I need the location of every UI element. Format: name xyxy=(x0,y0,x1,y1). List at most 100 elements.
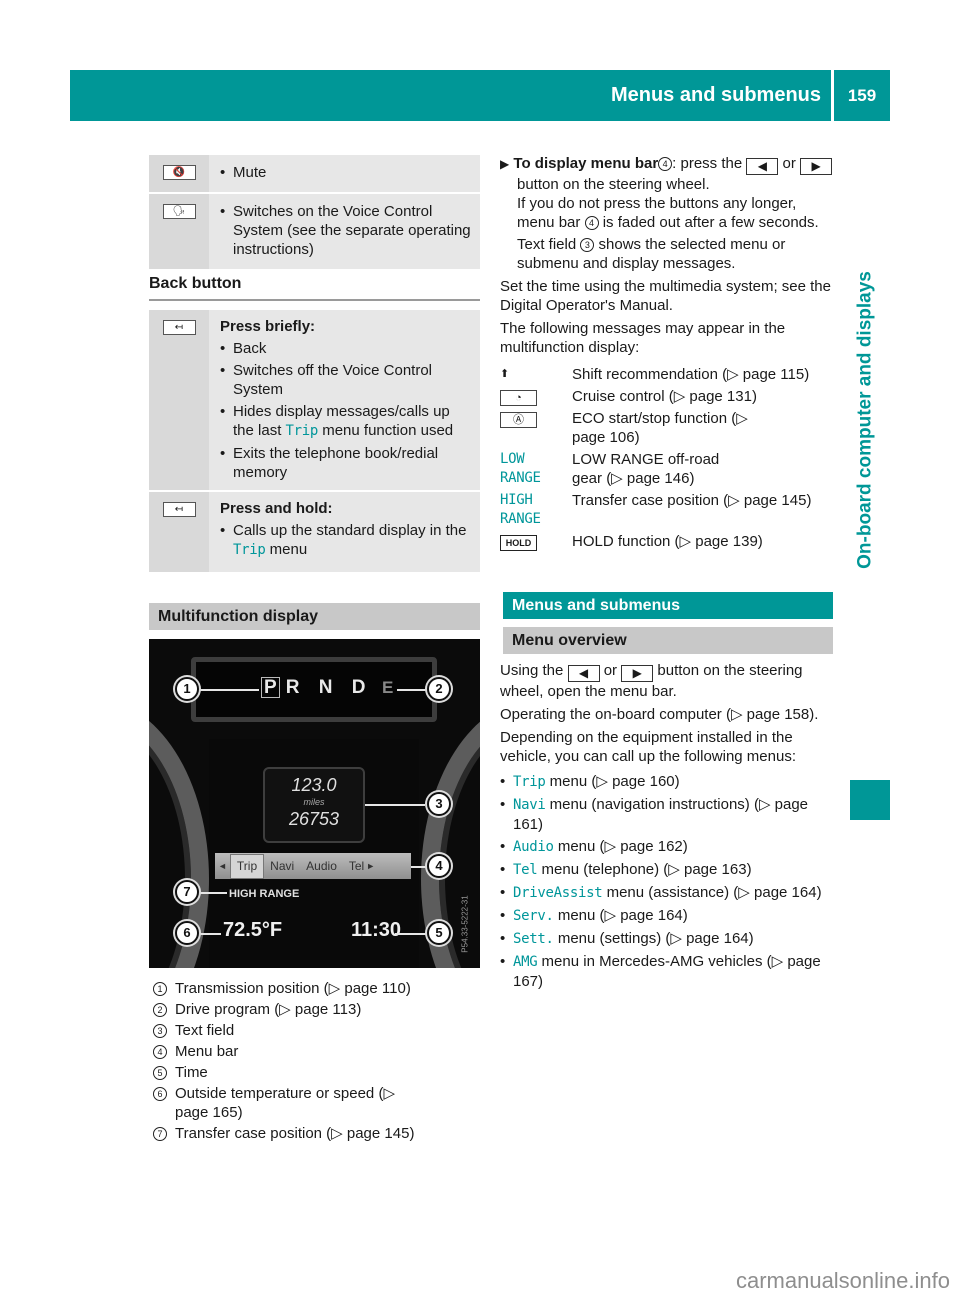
table-row: ↤ Press and hold: Calls up the standard … xyxy=(149,492,480,574)
table-row: ↤ Press briefly: Back Switches off the V… xyxy=(149,310,480,492)
menu-list-item: AMG menu in Mercedes-AMG vehicles (▷ pag… xyxy=(500,952,835,991)
legend-item: 2 Drive program (▷ page 113) xyxy=(153,1000,483,1019)
legend-item: 5 Time xyxy=(153,1063,483,1082)
bullet-item: Calls up the standard display in the Tri… xyxy=(220,521,474,560)
instruction-step: ▶ To display menu bar 4: press the ◀ or ▶… xyxy=(500,154,835,273)
left-arrow-button-icon: ◀ xyxy=(567,665,600,682)
bullet-item: Back xyxy=(220,339,474,358)
menu-next-icon: ► xyxy=(366,860,376,871)
selected-gear: P xyxy=(261,677,280,698)
time-paragraph: Set the time using the multimedia system… xyxy=(500,278,831,314)
left-arrow-button-icon: ◀ xyxy=(746,158,779,175)
message-item: HOLD HOLD function (▷ page 139) xyxy=(500,532,835,551)
callout-line xyxy=(397,689,427,691)
menu-list: Trip menu (▷ page 160) Navi menu (naviga… xyxy=(500,772,835,991)
watermark: carmanualsonline.info xyxy=(735,1268,950,1293)
menu-item-tel: Tel xyxy=(348,858,365,873)
menu-list-item: Audio menu (▷ page 162) xyxy=(500,837,835,857)
bullet-item: Exits the telephone book/redial memory xyxy=(220,444,474,482)
bullet-item: Switches on the Voice Control System (se… xyxy=(220,202,474,259)
back-button-heading: Back button xyxy=(149,274,480,301)
bullet-item: Mute xyxy=(220,163,474,182)
table-row: 🔇 Mute xyxy=(149,155,480,194)
hold-icon: HOLD xyxy=(500,535,537,551)
menu-item-audio: Audio xyxy=(306,858,337,873)
legend-item: 1 Transmission position (▷ page 110) xyxy=(153,979,483,998)
menu-item-navi: Navi xyxy=(270,858,295,873)
callout-line xyxy=(199,892,227,894)
multifunction-display-heading: Multifunction display xyxy=(149,603,480,630)
right-arrow-button-icon: ▶ xyxy=(621,665,654,682)
legend-item: 7 Transfer case position (▷ page 145) xyxy=(153,1124,483,1143)
message-item: ⬆ Shift recommendation (▷ page 115) xyxy=(500,366,810,383)
instrument-cluster-photo: PR N D E 123.0 miles 26753 ◄ Trip Navi A… xyxy=(149,639,480,968)
page-number: 159 xyxy=(834,70,890,121)
temperature-readout: 72.5°F xyxy=(223,919,283,941)
back-icon: ↤ xyxy=(162,502,196,517)
section-title: Menus and submenus xyxy=(610,84,821,106)
menu-prev-icon: ◄ xyxy=(218,860,227,871)
callout-4: 4 xyxy=(427,854,451,878)
messages-paragraph: The following messages may appear in the… xyxy=(500,320,786,356)
transfer-case-readout: HIGH RANGE xyxy=(229,888,300,900)
message-item: ◔ Cruise control (▷ page 131) xyxy=(500,387,835,406)
message-item: LOW RANGE LOW RANGE off-road gear (▷ page… xyxy=(500,451,720,487)
menu-list-item: Serv. menu (▷ page 164) xyxy=(500,906,835,926)
callout-line xyxy=(411,866,427,868)
legend-item: 3 Text field xyxy=(153,1021,483,1040)
callout-line xyxy=(365,804,425,806)
message-item: Ⓐ ECO start/stop function (▷ page 106) xyxy=(500,409,835,447)
high-range-code: HIGH RANGE xyxy=(500,492,541,527)
menu-bar: ◄ Trip Navi Audio Tel ► xyxy=(215,853,411,879)
trip-code: Trip xyxy=(285,423,319,439)
menu-list-item: Sett. menu (settings) (▷ page 164) xyxy=(500,929,835,949)
image-code: P54.33-5222-31 xyxy=(460,895,470,953)
callout-7: 7 xyxy=(175,880,199,904)
menu-overview-heading: Menu overview xyxy=(503,627,833,654)
message-item: HIGH RANGE Transfer case position (▷ page… xyxy=(500,492,812,527)
steering-button-table: 🔇 Mute 🗣 Switches on the Voice Control S… xyxy=(149,155,480,271)
mute-icon: 🔇 xyxy=(162,165,196,180)
callout-2: 2 xyxy=(427,677,451,701)
step-marker-icon: ▶ xyxy=(500,157,510,171)
legend-item: 6 Outside temperature or speed (▷ page 16… xyxy=(153,1084,483,1122)
overview-paragraph: Using the ◀ or ▶ button on the steering … xyxy=(500,662,803,700)
callout-1: 1 xyxy=(175,677,199,701)
chapter-marker xyxy=(850,780,890,820)
menus-submenus-heading: Menus and submenus xyxy=(503,592,833,619)
back-button-table: ↤ Press briefly: Back Switches off the V… xyxy=(149,310,480,574)
shift-arrow-icon: ⬆ xyxy=(500,368,510,380)
legend-item: 4 Menu bar xyxy=(153,1042,483,1061)
right-arrow-button-icon: ▶ xyxy=(800,158,833,175)
menu-list-item: Trip menu (▷ page 160) xyxy=(500,772,835,792)
drive-program: E xyxy=(382,678,394,697)
menu-item-trip: Trip xyxy=(229,853,265,879)
transmission-position: PR N D xyxy=(261,677,372,698)
table-row: 🗣 Switches on the Voice Control System (… xyxy=(149,194,480,271)
trip-code: Trip xyxy=(233,542,266,558)
chapter-label: On-board computer and displays xyxy=(854,271,876,569)
cruise-control-icon: ◔ xyxy=(500,390,537,406)
callout-6: 6 xyxy=(175,921,199,945)
bullet-item: Hides display messages/calls up the last… xyxy=(220,402,474,441)
callout-5: 5 xyxy=(427,921,451,945)
text-field: 123.0 miles 26753 xyxy=(263,767,365,843)
distance-unit: miles xyxy=(303,797,325,807)
callout-3: 3 xyxy=(427,792,451,816)
eco-start-stop-icon: Ⓐ xyxy=(500,412,537,428)
menu-list-item: Navi menu (navigation instructions) (▷ p… xyxy=(500,795,835,834)
menu-list-item: DriveAssist menu (assistance) (▷ page 16… xyxy=(500,883,835,903)
press-briefly-heading: Press briefly: xyxy=(220,318,316,335)
callout-line xyxy=(395,933,427,935)
overview-paragraph: Depending on the equipment installed in … xyxy=(500,729,797,765)
time-readout: 11:30 xyxy=(351,919,402,941)
right-column-top: ▶ To display menu bar 4: press the ◀ or ▶… xyxy=(500,154,835,554)
overview-paragraph: Operating the on-board computer (▷ page … xyxy=(500,706,819,723)
odometer: 26753 xyxy=(288,809,340,829)
back-icon: ↤ xyxy=(162,320,196,335)
trip-distance: 123.0 xyxy=(291,775,337,795)
chapter-tab: On-board computer and displays xyxy=(845,180,885,660)
low-range-code: LOW RANGE xyxy=(500,451,541,486)
callout-line xyxy=(199,933,221,935)
photo-legend: 1 Transmission position (▷ page 110) 2 Dri… xyxy=(153,979,483,1145)
